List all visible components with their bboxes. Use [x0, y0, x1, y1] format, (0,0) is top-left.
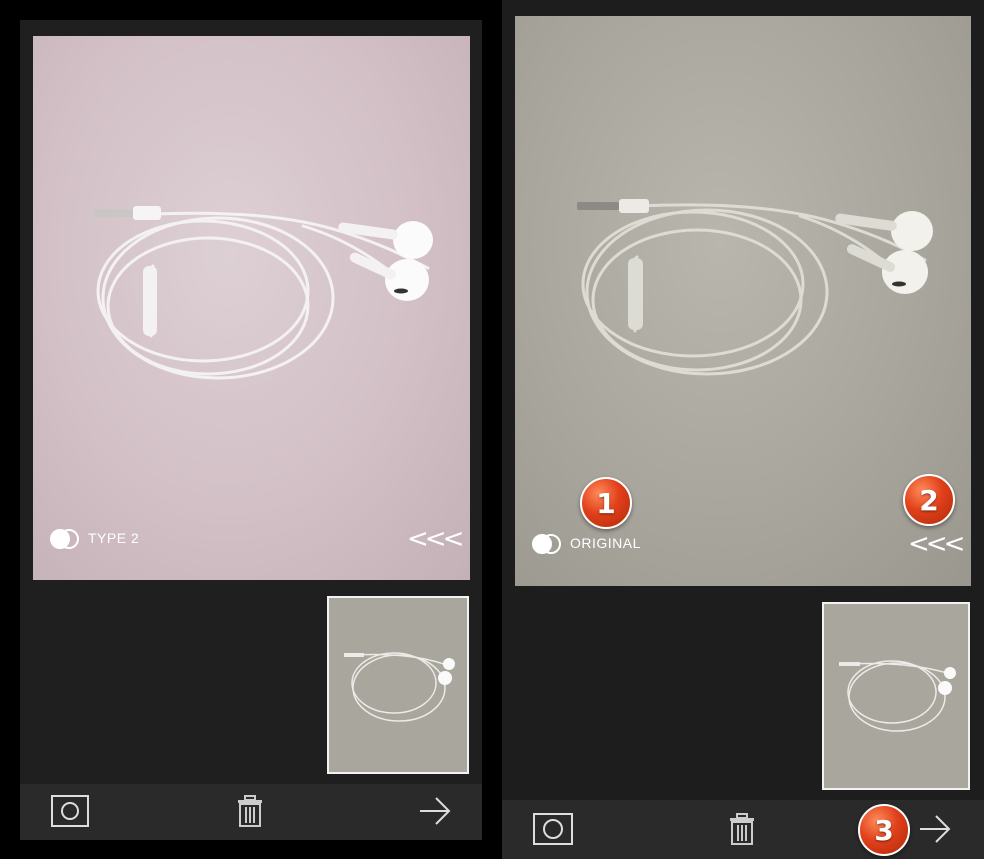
trash-icon[interactable] [728, 812, 756, 846]
earphones-thumbnail-image [839, 660, 956, 732]
filter-indicator[interactable]: ORIGINAL [532, 534, 641, 554]
photo-preview[interactable]: TYPE 2 <<< [33, 36, 470, 580]
camera-icon[interactable] [532, 812, 574, 846]
earphones-thumbnail-image [344, 652, 455, 722]
earphones-image [93, 206, 433, 380]
overlap-circles-icon [50, 529, 79, 549]
swipe-hint-chevrons[interactable]: <<< [908, 531, 965, 557]
captured-thumbnail[interactable] [327, 596, 469, 774]
filter-label: TYPE 2 [88, 530, 140, 546]
camera-icon[interactable] [50, 794, 90, 828]
right-screen: 1 2 ORIGINAL <<< 3 [502, 0, 984, 859]
filter-indicator[interactable]: TYPE 2 [50, 529, 140, 549]
swipe-hint-chevrons[interactable]: <<< [407, 526, 464, 552]
arrow-right-icon[interactable] [918, 812, 952, 846]
callout-badge-1: 1 [580, 477, 632, 529]
photo-preview[interactable]: 1 2 ORIGINAL <<< [515, 16, 971, 586]
captured-thumbnail[interactable] [822, 602, 970, 790]
arrow-right-icon[interactable] [418, 794, 452, 828]
callout-badge-2: 2 [903, 474, 955, 526]
callout-badge-3: 3 [858, 804, 910, 856]
bottom-toolbar: 3 [502, 800, 984, 859]
left-screen: TYPE 2 <<< [20, 20, 482, 840]
bottom-toolbar [20, 784, 482, 840]
trash-icon[interactable] [236, 794, 264, 828]
filter-label: ORIGINAL [570, 535, 641, 551]
overlap-circles-icon [532, 534, 561, 554]
